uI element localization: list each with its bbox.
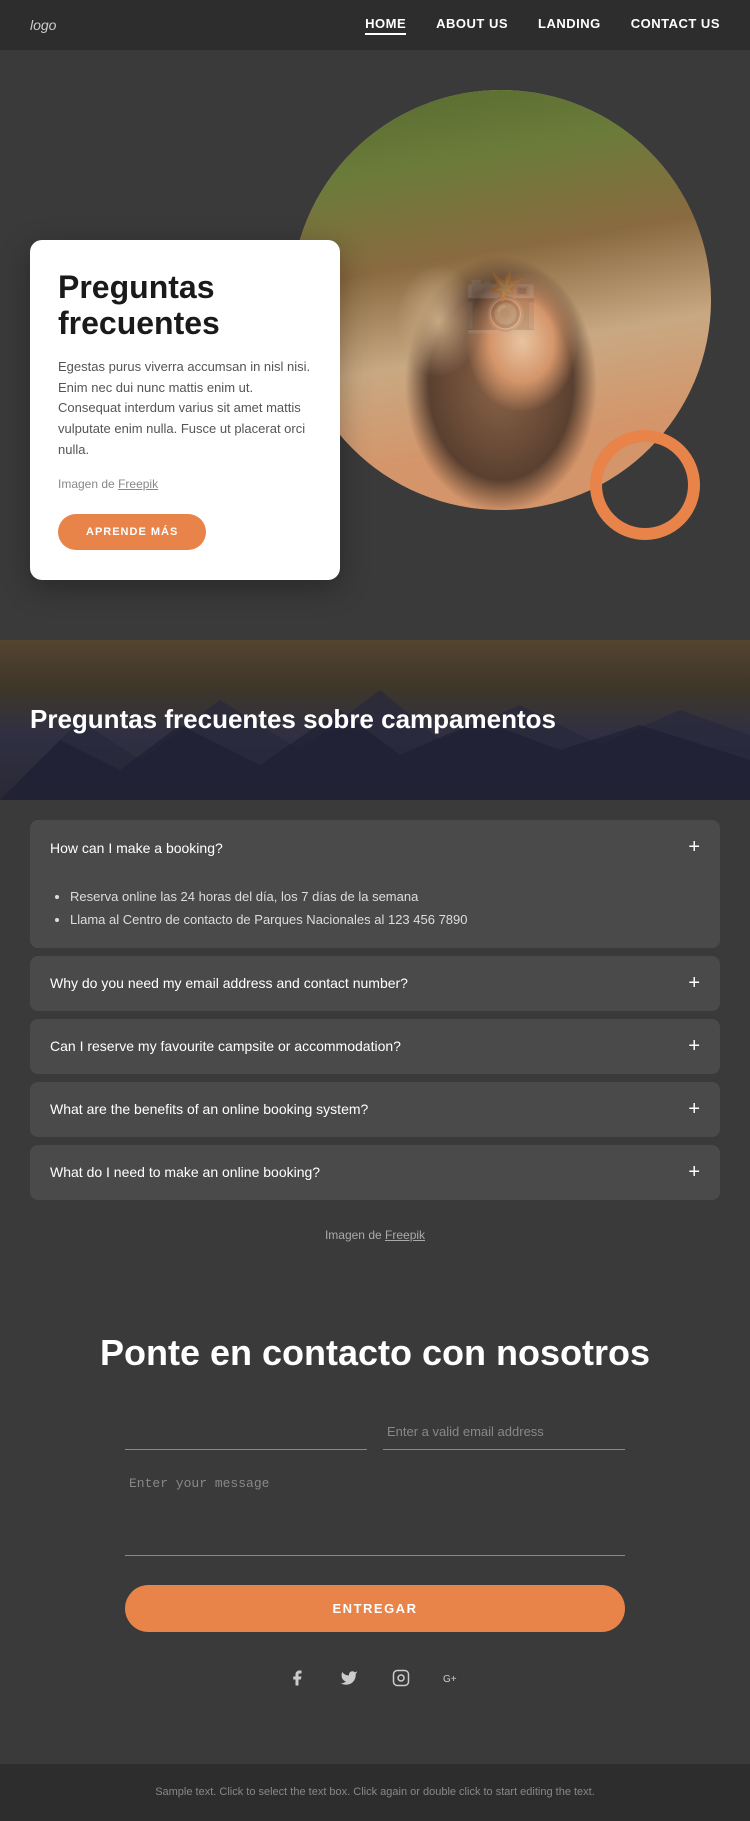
faq-freepik-link[interactable]: Freepik <box>385 1228 425 1242</box>
hero-freepik-link[interactable]: Freepik <box>118 477 158 491</box>
faq-content-1: Reserva online las 24 horas del día, los… <box>30 875 720 948</box>
hero-image-credit: Imagen de Freepik <box>58 475 312 494</box>
faq-toggle-4[interactable]: + <box>688 1098 700 1121</box>
navigation: logo HOME ABOUT US LANDING CONTACT US <box>0 0 750 50</box>
faq-header-3[interactable]: Can I reserve my favourite campsite or a… <box>30 1019 720 1074</box>
nav-links: HOME ABOUT US LANDING CONTACT US <box>365 16 720 35</box>
faq-item-3: Can I reserve my favourite campsite or a… <box>30 1019 720 1074</box>
faq-header-5[interactable]: What do I need to make an online booking… <box>30 1145 720 1200</box>
faq-question-3: Can I reserve my favourite campsite or a… <box>50 1038 401 1054</box>
faq-answer-1-2: Llama al Centro de contacto de Parques N… <box>70 908 700 931</box>
instagram-icon[interactable] <box>385 1662 417 1694</box>
faq-banner-title: Preguntas frecuentes sobre campamentos <box>30 704 556 735</box>
hero-card: Preguntas frecuentes Egestas purus viver… <box>30 240 340 580</box>
svg-text:G+: G+ <box>443 1674 457 1685</box>
faq-header-2[interactable]: Why do you need my email address and con… <box>30 956 720 1011</box>
facebook-icon[interactable] <box>281 1662 313 1694</box>
footer-text: Sample text. Click to select the text bo… <box>30 1784 720 1802</box>
hero-decoration-circle <box>590 430 700 540</box>
twitter-icon[interactable] <box>333 1662 365 1694</box>
faq-header-4[interactable]: What are the benefits of an online booki… <box>30 1082 720 1137</box>
faq-item-2: Why do you need my email address and con… <box>30 956 720 1011</box>
nav-about[interactable]: ABOUT US <box>436 16 508 35</box>
faq-image-credit: Imagen de Freepik <box>30 1208 720 1252</box>
message-textarea[interactable] <box>125 1466 625 1556</box>
contact-title: Ponte en contacto con nosotros <box>30 1332 720 1374</box>
faq-toggle-1[interactable]: + <box>688 836 700 859</box>
faq-section: How can I make a booking? + Reserva onli… <box>0 800 750 1282</box>
faq-answer-1-1: Reserva online las 24 horas del día, los… <box>70 885 700 908</box>
contact-form: ENTREGAR <box>125 1414 625 1662</box>
faq-item-5: What do I need to make an online booking… <box>30 1145 720 1200</box>
footer: Sample text. Click to select the text bo… <box>0 1764 750 1821</box>
hero-section: Preguntas frecuentes Egestas purus viver… <box>0 50 750 640</box>
faq-question-4: What are the benefits of an online booki… <box>50 1101 368 1117</box>
googleplus-icon[interactable]: G+ <box>437 1662 469 1694</box>
faq-item-4: What are the benefits of an online booki… <box>30 1082 720 1137</box>
faq-toggle-2[interactable]: + <box>688 972 700 995</box>
hero-title: Preguntas frecuentes <box>58 270 312 340</box>
faq-question-5: What do I need to make an online booking… <box>50 1164 320 1180</box>
learn-more-button[interactable]: APRENDE MÁS <box>58 514 206 550</box>
faq-banner: Preguntas frecuentes sobre campamentos <box>0 640 750 800</box>
social-icons: G+ <box>30 1662 720 1694</box>
logo: logo <box>30 17 56 33</box>
email-input[interactable] <box>383 1414 625 1450</box>
mountain-decoration <box>0 680 750 800</box>
nav-home[interactable]: HOME <box>365 16 406 35</box>
contact-section: Ponte en contacto con nosotros ENTREGAR … <box>0 1282 750 1764</box>
form-row-top <box>125 1414 625 1450</box>
nav-landing[interactable]: LANDING <box>538 16 601 35</box>
faq-item-1: How can I make a booking? + Reserva onli… <box>30 820 720 948</box>
submit-button[interactable]: ENTREGAR <box>125 1585 625 1632</box>
hero-body: Egestas purus viverra accumsan in nisl n… <box>58 357 312 461</box>
faq-toggle-5[interactable]: + <box>688 1161 700 1184</box>
faq-toggle-3[interactable]: + <box>688 1035 700 1058</box>
nav-contact[interactable]: CONTACT US <box>631 16 720 35</box>
faq-question-1: How can I make a booking? <box>50 840 223 856</box>
faq-question-2: Why do you need my email address and con… <box>50 975 408 991</box>
name-input[interactable] <box>125 1414 367 1450</box>
faq-header-1[interactable]: How can I make a booking? + <box>30 820 720 875</box>
